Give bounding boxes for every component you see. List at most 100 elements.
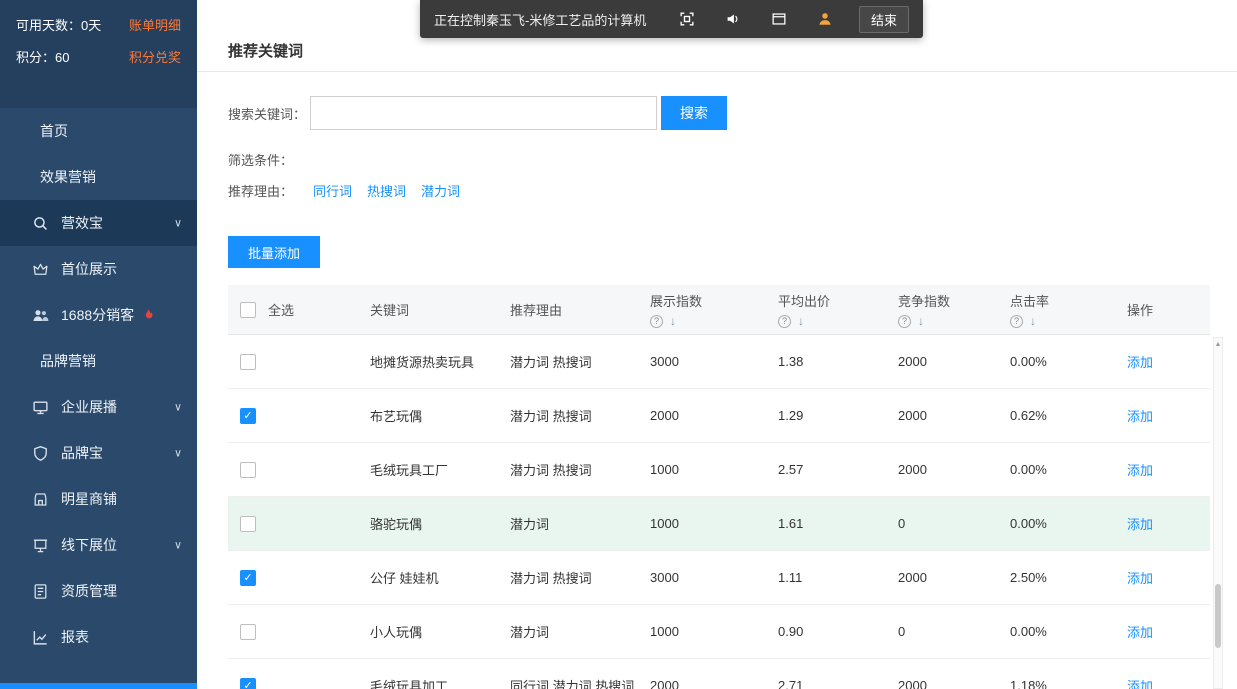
- points-label: 积分：60: [16, 47, 69, 66]
- column-title: 点击率: [1010, 291, 1113, 310]
- sidebar-item-qualification[interactable]: 资质管理: [0, 568, 197, 614]
- select-all-checkbox[interactable]: [240, 302, 256, 318]
- reason-links: 同行词 热搜词 潜力词: [313, 181, 460, 200]
- display-index-cell: 1000: [650, 624, 778, 639]
- sidebar-item-label: 资质管理: [61, 581, 117, 601]
- screen-share-icon[interactable]: [677, 9, 697, 29]
- bottom-accent-bar: [0, 683, 197, 689]
- row-checkbox[interactable]: [240, 354, 256, 370]
- sidebar-item-brand-bao[interactable]: 品牌宝 ∨: [0, 430, 197, 476]
- keyword-cell: 毛绒玩具工厂: [370, 460, 510, 479]
- sidebar-item-label: 首位展示: [61, 259, 117, 279]
- add-link[interactable]: 添加: [1127, 571, 1153, 586]
- hot-badge-icon: [141, 308, 155, 322]
- sidebar-item-yingxiaobao[interactable]: 营效宝 ∨: [0, 200, 197, 246]
- sidebar-item-label: 企业展播: [61, 397, 117, 417]
- row-checkbox[interactable]: [240, 624, 256, 640]
- sidebar-item-label: 报表: [61, 627, 89, 647]
- add-link[interactable]: 添加: [1127, 679, 1153, 689]
- add-link[interactable]: 添加: [1127, 463, 1153, 478]
- reason-cell: 潜力词: [510, 514, 650, 533]
- sidebar-item-star-shop[interactable]: 明星商铺: [0, 476, 197, 522]
- scroll-up-icon[interactable]: ▲: [1214, 341, 1222, 348]
- remote-control-message: 正在控制秦玉飞-米修工艺品的计算机: [434, 10, 646, 29]
- sidebar-menu: 首页 效果营销 营效宝 ∨ 首位展示: [0, 108, 197, 660]
- sidebar-item-report[interactable]: 报表: [0, 614, 197, 660]
- ctr-cell: 0.62%: [1010, 408, 1113, 423]
- end-control-button[interactable]: 结束: [859, 6, 909, 33]
- column-header-keyword: 关键词: [370, 300, 510, 319]
- booth-icon: [32, 537, 49, 554]
- row-checkbox[interactable]: [240, 462, 256, 478]
- help-icon[interactable]: ?: [1010, 315, 1023, 328]
- add-link[interactable]: 添加: [1127, 355, 1153, 370]
- avg-price-cell: 2.71: [778, 678, 898, 689]
- bill-detail-link[interactable]: 账单明细: [129, 15, 181, 34]
- row-checkbox[interactable]: [240, 678, 256, 689]
- keyword-cell: 地摊货源热卖玩具: [370, 352, 510, 371]
- reason-cell: 潜力词 热搜词: [510, 568, 650, 587]
- search-input[interactable]: [310, 96, 657, 130]
- sort-desc-icon[interactable]: ↓: [918, 314, 924, 328]
- help-icon[interactable]: ?: [778, 315, 791, 328]
- reason-link-hot-search-word[interactable]: 热搜词: [367, 181, 406, 200]
- sidebar-item-enterprise-broadcast[interactable]: 企业展播 ∨: [0, 384, 197, 430]
- scrollbar-thumb[interactable]: [1215, 584, 1221, 648]
- keyword-table: 全选 关键词 推荐理由 展示指数 ? ↓ 平均出价 ? ↓: [228, 285, 1210, 689]
- add-link[interactable]: 添加: [1127, 409, 1153, 424]
- row-checkbox[interactable]: [240, 570, 256, 586]
- sort-desc-icon[interactable]: ↓: [670, 314, 676, 328]
- chart-icon: [32, 629, 49, 646]
- sort-desc-icon[interactable]: ↓: [1030, 314, 1036, 328]
- avg-price-cell: 1.61: [778, 516, 898, 531]
- search-button[interactable]: 搜索: [661, 96, 727, 130]
- row-checkbox[interactable]: [240, 408, 256, 424]
- column-header-avg-price: 平均出价 ? ↓: [778, 291, 898, 328]
- help-icon[interactable]: ?: [898, 315, 911, 328]
- competition-index-cell: 2000: [898, 678, 1010, 689]
- sidebar-item-1688-distribution[interactable]: 1688分销客: [0, 292, 197, 338]
- table-scrollbar[interactable]: ▲: [1213, 337, 1223, 689]
- help-icon[interactable]: ?: [650, 315, 663, 328]
- keyword-cell: 布艺玩偶: [370, 406, 510, 425]
- row-checkbox[interactable]: [240, 516, 256, 532]
- batch-add-button[interactable]: 批量添加: [228, 236, 320, 268]
- points-stat-row: 积分：60 积分兑奖: [16, 44, 181, 68]
- window-icon[interactable]: [769, 9, 789, 29]
- days-stat-row: 可用天数：0天 账单明细: [16, 12, 181, 36]
- sidebar-section-effect-marketing: 效果营销: [0, 154, 197, 200]
- avg-price-cell: 1.38: [778, 354, 898, 369]
- remote-bar-icons: [677, 9, 835, 29]
- display-index-cell: 1000: [650, 462, 778, 477]
- reason-link-potential-word[interactable]: 潜力词: [421, 181, 460, 200]
- sidebar-item-offline-booth[interactable]: 线下展位 ∨: [0, 522, 197, 568]
- available-days-label: 可用天数：0天: [16, 15, 101, 34]
- competition-index-cell: 0: [898, 624, 1010, 639]
- search-row: 搜索关键词： 搜索: [228, 96, 727, 130]
- sort-desc-icon[interactable]: ↓: [798, 314, 804, 328]
- add-link[interactable]: 添加: [1127, 517, 1153, 532]
- points-redeem-link[interactable]: 积分兑奖: [129, 47, 181, 66]
- display-index-cell: 2000: [650, 408, 778, 423]
- sidebar-section-brand-marketing: 品牌营销: [0, 338, 197, 384]
- user-icon[interactable]: [815, 9, 835, 29]
- ctr-cell: 0.00%: [1010, 516, 1113, 531]
- competition-index-cell: 2000: [898, 408, 1010, 423]
- chevron-down-icon: ∨: [174, 447, 182, 460]
- display-index-cell: 2000: [650, 678, 778, 689]
- display-index-cell: 3000: [650, 354, 778, 369]
- column-header-action: 操作: [1113, 300, 1210, 319]
- add-link[interactable]: 添加: [1127, 625, 1153, 640]
- sidebar-item-first-position[interactable]: 首位展示: [0, 246, 197, 292]
- reason-cell: 潜力词 热搜词: [510, 352, 650, 371]
- competition-index-cell: 0: [898, 516, 1010, 531]
- reason-link-peer-word[interactable]: 同行词: [313, 181, 352, 200]
- table-row: 地摊货源热卖玩具 潜力词 热搜词 3000 1.38 2000 0.00% 添加: [228, 335, 1210, 389]
- avg-price-cell: 1.11: [778, 570, 898, 585]
- search-keyword-label: 搜索关键词：: [228, 104, 306, 123]
- sidebar-item-label: 营效宝: [61, 213, 103, 233]
- keyword-cell: 骆驼玩偶: [370, 514, 510, 533]
- sidebar-item-home[interactable]: 首页: [0, 108, 197, 154]
- speaker-icon[interactable]: [723, 9, 743, 29]
- recommend-reason-label: 推荐理由：: [228, 181, 293, 200]
